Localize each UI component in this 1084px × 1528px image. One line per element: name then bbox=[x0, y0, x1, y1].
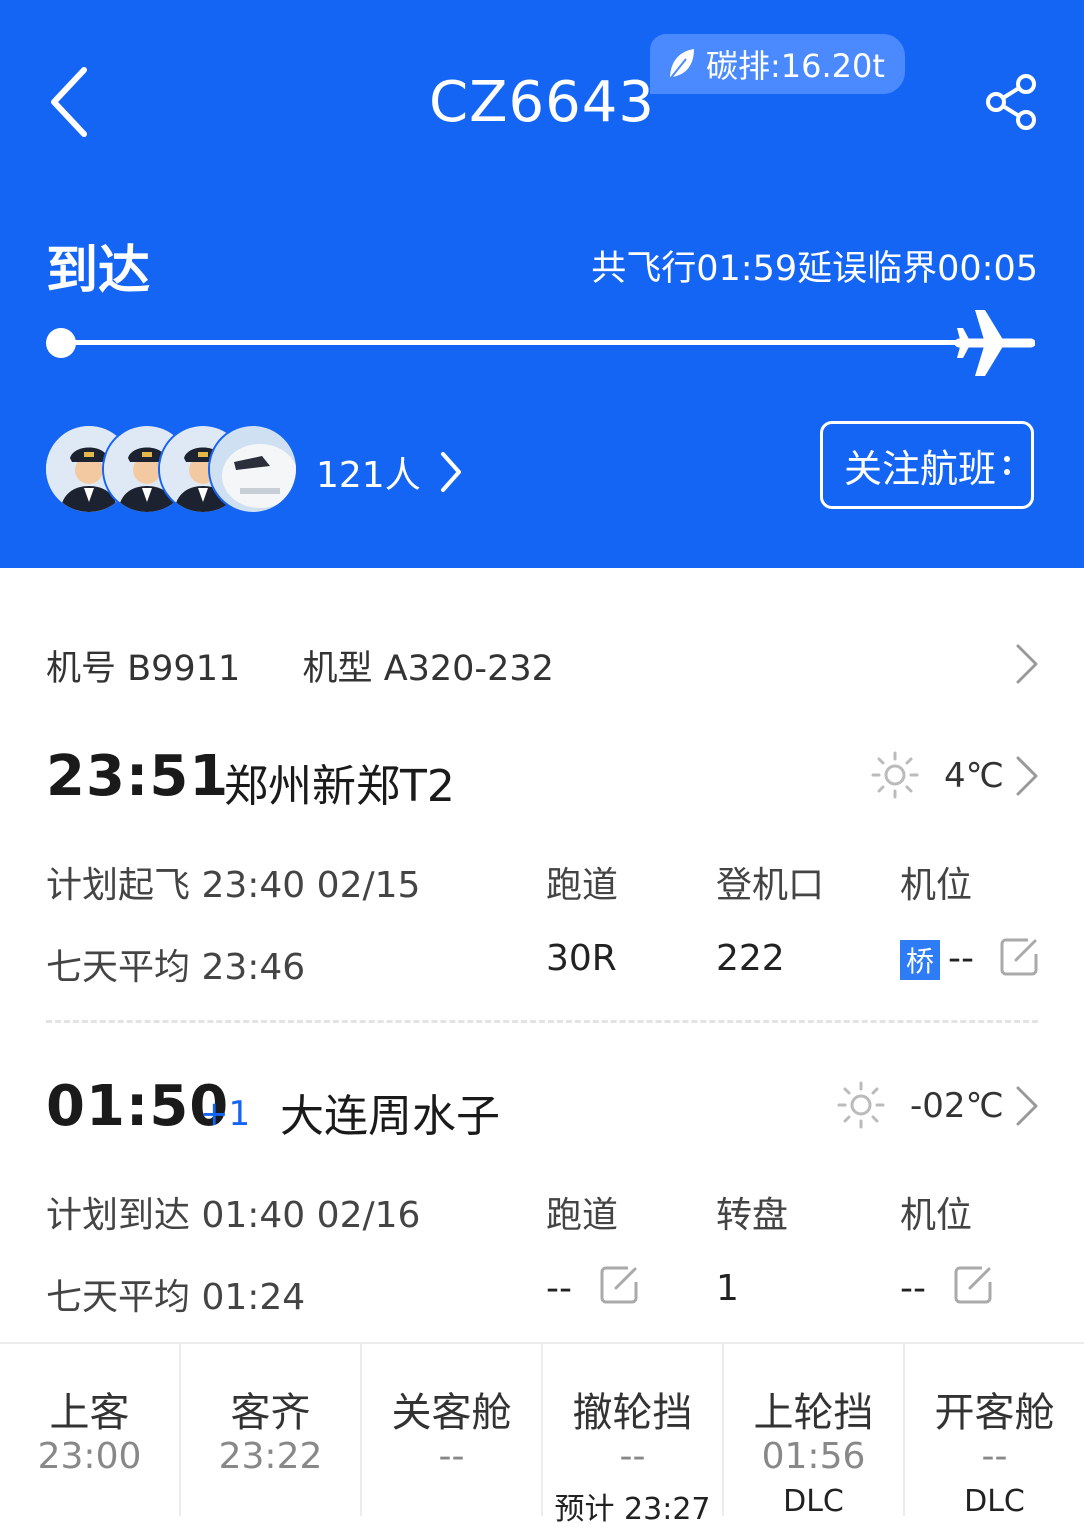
day-offset: +1 bbox=[200, 1094, 251, 1134]
aircraft-avatar bbox=[208, 424, 298, 514]
milestone-title: 开客舱 bbox=[934, 1390, 1055, 1436]
stand-value: -- bbox=[900, 1268, 926, 1309]
runway-value: 30R bbox=[546, 938, 617, 979]
planned-arrival-value: 01:40 02/16 bbox=[201, 1195, 421, 1236]
milestone-cell: 开客舱 -- DLC bbox=[905, 1344, 1084, 1519]
carbon-badge[interactable]: 碳排:16.20t bbox=[650, 34, 905, 94]
aircraft-type-value: A320-232 bbox=[383, 649, 554, 689]
aircraft-nose-icon bbox=[210, 426, 296, 512]
planned-departure: 计划起飞 23:40 02/15 bbox=[46, 865, 421, 906]
seven-day-average: 七天平均 01:24 bbox=[46, 1277, 306, 1318]
milestone-title: 撤轮挡 bbox=[572, 1390, 693, 1436]
milestone-cell: 上轮挡 01:56 DLC bbox=[724, 1344, 905, 1519]
edit-icon[interactable] bbox=[952, 1264, 994, 1306]
share-button[interactable] bbox=[980, 70, 1044, 134]
sun-icon bbox=[871, 751, 919, 799]
milestone-title: 客齐 bbox=[230, 1390, 311, 1436]
milestone-cell: 客齐 23:22 bbox=[181, 1344, 362, 1516]
flight-number: CZ6643 bbox=[429, 70, 655, 135]
milestones-grid: 上客 23:00 客齐 23:22 关客舱 -- 撤轮挡 -- 预计 23:27… bbox=[0, 1342, 1084, 1527]
section-divider bbox=[46, 1020, 1038, 1023]
milestone-title: 上客 bbox=[49, 1390, 130, 1436]
runway-value: -- bbox=[546, 1268, 572, 1309]
aircraft-type-label: 机型 bbox=[302, 649, 373, 689]
milestone-value: 01:56 bbox=[761, 1436, 866, 1477]
registration-value: B9911 bbox=[127, 649, 241, 689]
planned-arrival: 计划到达 01:40 02/16 bbox=[46, 1195, 421, 1236]
arrival-temperature: -02℃ bbox=[910, 1086, 1004, 1126]
follow-label: 关注航班 bbox=[843, 446, 996, 491]
flight-status: 到达 bbox=[46, 241, 151, 301]
milestone-sub: 预计 23:27 bbox=[554, 1492, 711, 1527]
carbon-label: 碳排:16.20t bbox=[706, 47, 885, 85]
edit-icon[interactable] bbox=[598, 1264, 640, 1306]
flight-header: CZ6643 碳排:16.20t 到达 共飞行01:59延误临界00:05 12… bbox=[0, 0, 1084, 568]
runway-label: 跑道 bbox=[546, 1195, 619, 1236]
progress-track bbox=[62, 340, 962, 345]
sun-icon bbox=[837, 1081, 885, 1129]
milestone-value: -- bbox=[438, 1436, 465, 1477]
milestone-value: -- bbox=[981, 1436, 1008, 1477]
passengers-count: 121人 bbox=[316, 455, 421, 496]
edit-icon[interactable] bbox=[998, 936, 1040, 978]
chevron-right-icon[interactable] bbox=[1012, 1084, 1042, 1128]
departure-time: 23:51 bbox=[46, 744, 230, 809]
milestone-value: -- bbox=[619, 1436, 646, 1477]
registration-label: 机号 bbox=[46, 649, 117, 689]
milestone-title: 关客舱 bbox=[391, 1390, 512, 1436]
share-icon bbox=[986, 74, 1036, 130]
carousel-label: 转盘 bbox=[716, 1195, 789, 1236]
arrival-airport: 大连周水子 bbox=[280, 1091, 500, 1142]
leaf-icon bbox=[669, 49, 694, 80]
carousel-value: 1 bbox=[716, 1268, 739, 1309]
crew-avatars[interactable] bbox=[44, 424, 304, 514]
gate-value: 222 bbox=[716, 938, 785, 979]
planned-departure-value: 23:40 02/15 bbox=[201, 865, 421, 906]
seven-day-average: 七天平均 23:46 bbox=[46, 947, 306, 988]
progress-start-dot bbox=[46, 328, 76, 358]
milestone-cell: 撤轮挡 -- 预计 23:27 bbox=[543, 1344, 724, 1527]
more-icon bbox=[1004, 449, 1010, 482]
stand-label: 机位 bbox=[900, 865, 973, 906]
chevron-right-icon[interactable] bbox=[1012, 642, 1042, 686]
milestone-cell: 关客舱 -- bbox=[362, 1344, 543, 1516]
flight-timing: 共飞行01:59延误临界00:05 bbox=[591, 249, 1038, 289]
milestone-value: 23:00 bbox=[37, 1436, 142, 1477]
departure-airport: 郑州新郑T2 bbox=[224, 761, 455, 812]
milestone-value: 23:22 bbox=[218, 1436, 323, 1477]
follow-flight-button[interactable]: 关注航班 bbox=[820, 421, 1034, 509]
stand-label: 机位 bbox=[900, 1195, 973, 1236]
bridge-badge: 桥 bbox=[900, 940, 940, 980]
chevron-right-icon bbox=[440, 452, 461, 492]
departure-temperature: 4℃ bbox=[944, 756, 1004, 796]
runway-label: 跑道 bbox=[546, 865, 619, 906]
passengers-link[interactable]: 121人 bbox=[316, 446, 463, 498]
milestone-title: 上轮挡 bbox=[753, 1390, 874, 1436]
seven-day-average-value: 23:46 bbox=[201, 947, 306, 988]
seven-day-average-value: 01:24 bbox=[201, 1277, 306, 1318]
aircraft-info: 机号 B9911 机型 A320-232 bbox=[46, 640, 554, 691]
gate-label: 登机口 bbox=[716, 865, 825, 906]
stand-value: -- bbox=[948, 938, 974, 979]
airplane-icon bbox=[955, 310, 1035, 376]
chevron-right-icon[interactable] bbox=[1012, 754, 1042, 798]
milestone-cell: 上客 23:00 bbox=[0, 1344, 181, 1516]
